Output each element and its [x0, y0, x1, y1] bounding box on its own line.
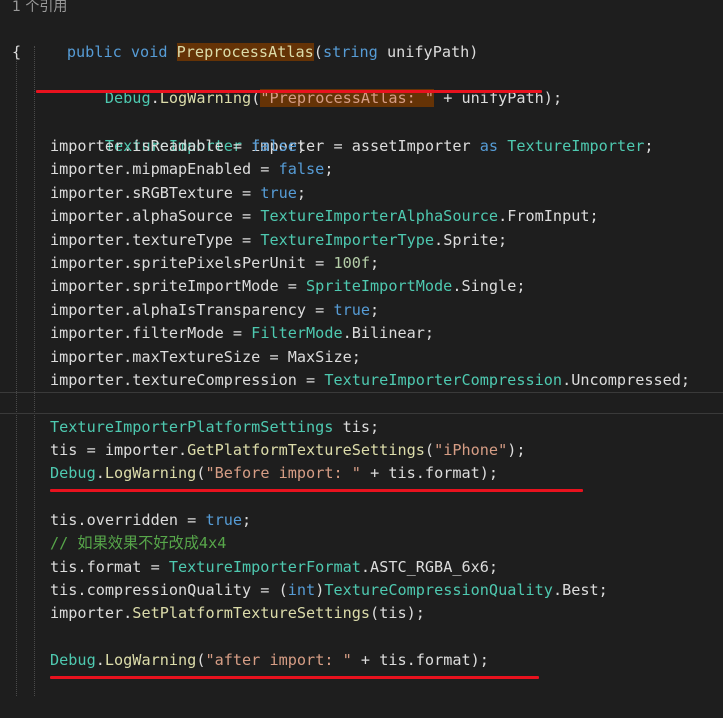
- reference-count[interactable]: 1 个引用: [12, 0, 67, 19]
- log-line-2[interactable]: Debug.LogWarning("Before import: " + tis…: [0, 462, 498, 485]
- code-line[interactable]: tis.compressionQuality = (int)TextureCom…: [0, 579, 608, 602]
- annotation-underline: [36, 90, 542, 93]
- code-line[interactable]: tis.format = TextureImporterFormat.ASTC_…: [0, 556, 498, 579]
- current-line-border-bottom: [0, 413, 723, 414]
- current-line-border-top: [0, 392, 723, 393]
- code-editor[interactable]: 1 个引用 public void PreprocessAtlas(string…: [0, 0, 723, 696]
- method-name[interactable]: PreprocessAtlas: [176, 43, 314, 61]
- keyword-void: void: [130, 43, 168, 61]
- annotation-underline: [50, 489, 583, 492]
- code-line[interactable]: importer.SetPlatformTextureSettings(tis)…: [0, 602, 425, 625]
- codelens-line: 1 个引用: [0, 0, 67, 19]
- param-type: string: [322, 43, 378, 61]
- code-line[interactable]: TextureImporter importer = assetImporter…: [0, 112, 654, 155]
- method-signature-line[interactable]: public void PreprocessAtlas(string unify…: [0, 18, 478, 61]
- brace-line[interactable]: {: [0, 41, 37, 64]
- comment-line[interactable]: // 如果效果不好改成4x4: [0, 532, 226, 555]
- log-line-3[interactable]: Debug.LogWarning("after import: " + tis.…: [0, 649, 489, 672]
- open-brace: {: [12, 43, 22, 61]
- log-line-1[interactable]: Debug.LogWarning("PreprocessAtlas: " + u…: [0, 64, 562, 107]
- param-name: unifyPath: [386, 43, 470, 61]
- code-line[interactable]: TextureImporterPlatformSettings tis;: [0, 416, 379, 439]
- keyword-public: public: [66, 43, 122, 61]
- annotation-underline: [50, 676, 539, 679]
- code-line[interactable]: tis.overridden = true;: [0, 509, 251, 532]
- code-line[interactable]: tis = importer.GetPlatformTextureSetting…: [0, 439, 526, 462]
- code-comment: // 如果效果不好改成4x4: [50, 534, 227, 552]
